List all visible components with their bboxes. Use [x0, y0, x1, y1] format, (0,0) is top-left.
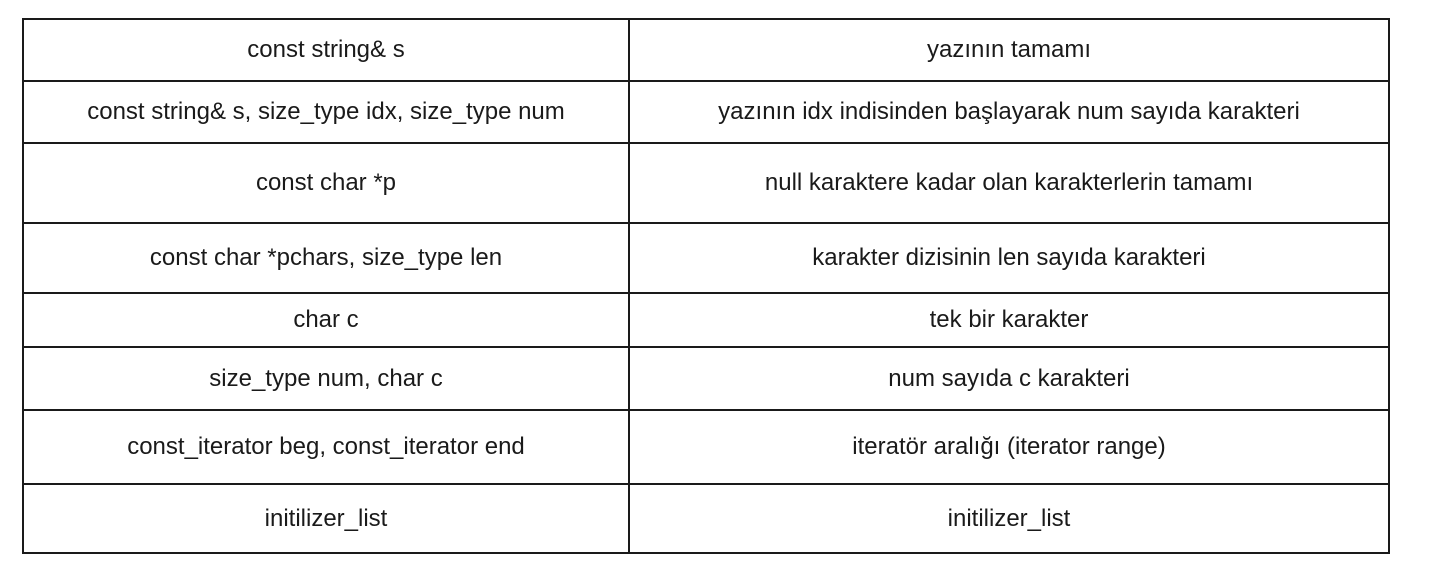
description-cell: num sayıda c karakteri — [628, 346, 1390, 411]
table-row: initilizer_list initilizer_list — [22, 483, 1390, 554]
description-cell: initilizer_list — [628, 483, 1390, 554]
param-cell: size_type num, char c — [22, 346, 630, 411]
param-cell: const string& s — [22, 18, 630, 82]
description-cell: karakter dizisinin len sayıda karakteri — [628, 222, 1390, 294]
description-cell: yazının tamamı — [628, 18, 1390, 82]
description-cell: yazının idx indisinden başlayarak num sa… — [628, 80, 1390, 144]
table-row: const_iterator beg, const_iterator end i… — [22, 409, 1390, 485]
description-cell: null karaktere kadar olan karakterlerin … — [628, 142, 1390, 224]
param-cell: const char *p — [22, 142, 630, 224]
parameter-table: const string& s yazının tamamı const str… — [22, 18, 1390, 554]
param-cell: initilizer_list — [22, 483, 630, 554]
param-cell: char c — [22, 292, 630, 348]
table-row: size_type num, char c num sayıda c karak… — [22, 346, 1390, 411]
table-row: const string& s, size_type idx, size_typ… — [22, 80, 1390, 144]
table-row: char c tek bir karakter — [22, 292, 1390, 348]
description-cell: tek bir karakter — [628, 292, 1390, 348]
param-cell: const string& s, size_type idx, size_typ… — [22, 80, 630, 144]
table-row: const char *p null karaktere kadar olan … — [22, 142, 1390, 224]
description-cell: iteratör aralığı (iterator range) — [628, 409, 1390, 485]
param-cell: const char *pchars, size_type len — [22, 222, 630, 294]
table-row: const char *pchars, size_type len karakt… — [22, 222, 1390, 294]
param-cell: const_iterator beg, const_iterator end — [22, 409, 630, 485]
table-row: const string& s yazının tamamı — [22, 18, 1390, 82]
